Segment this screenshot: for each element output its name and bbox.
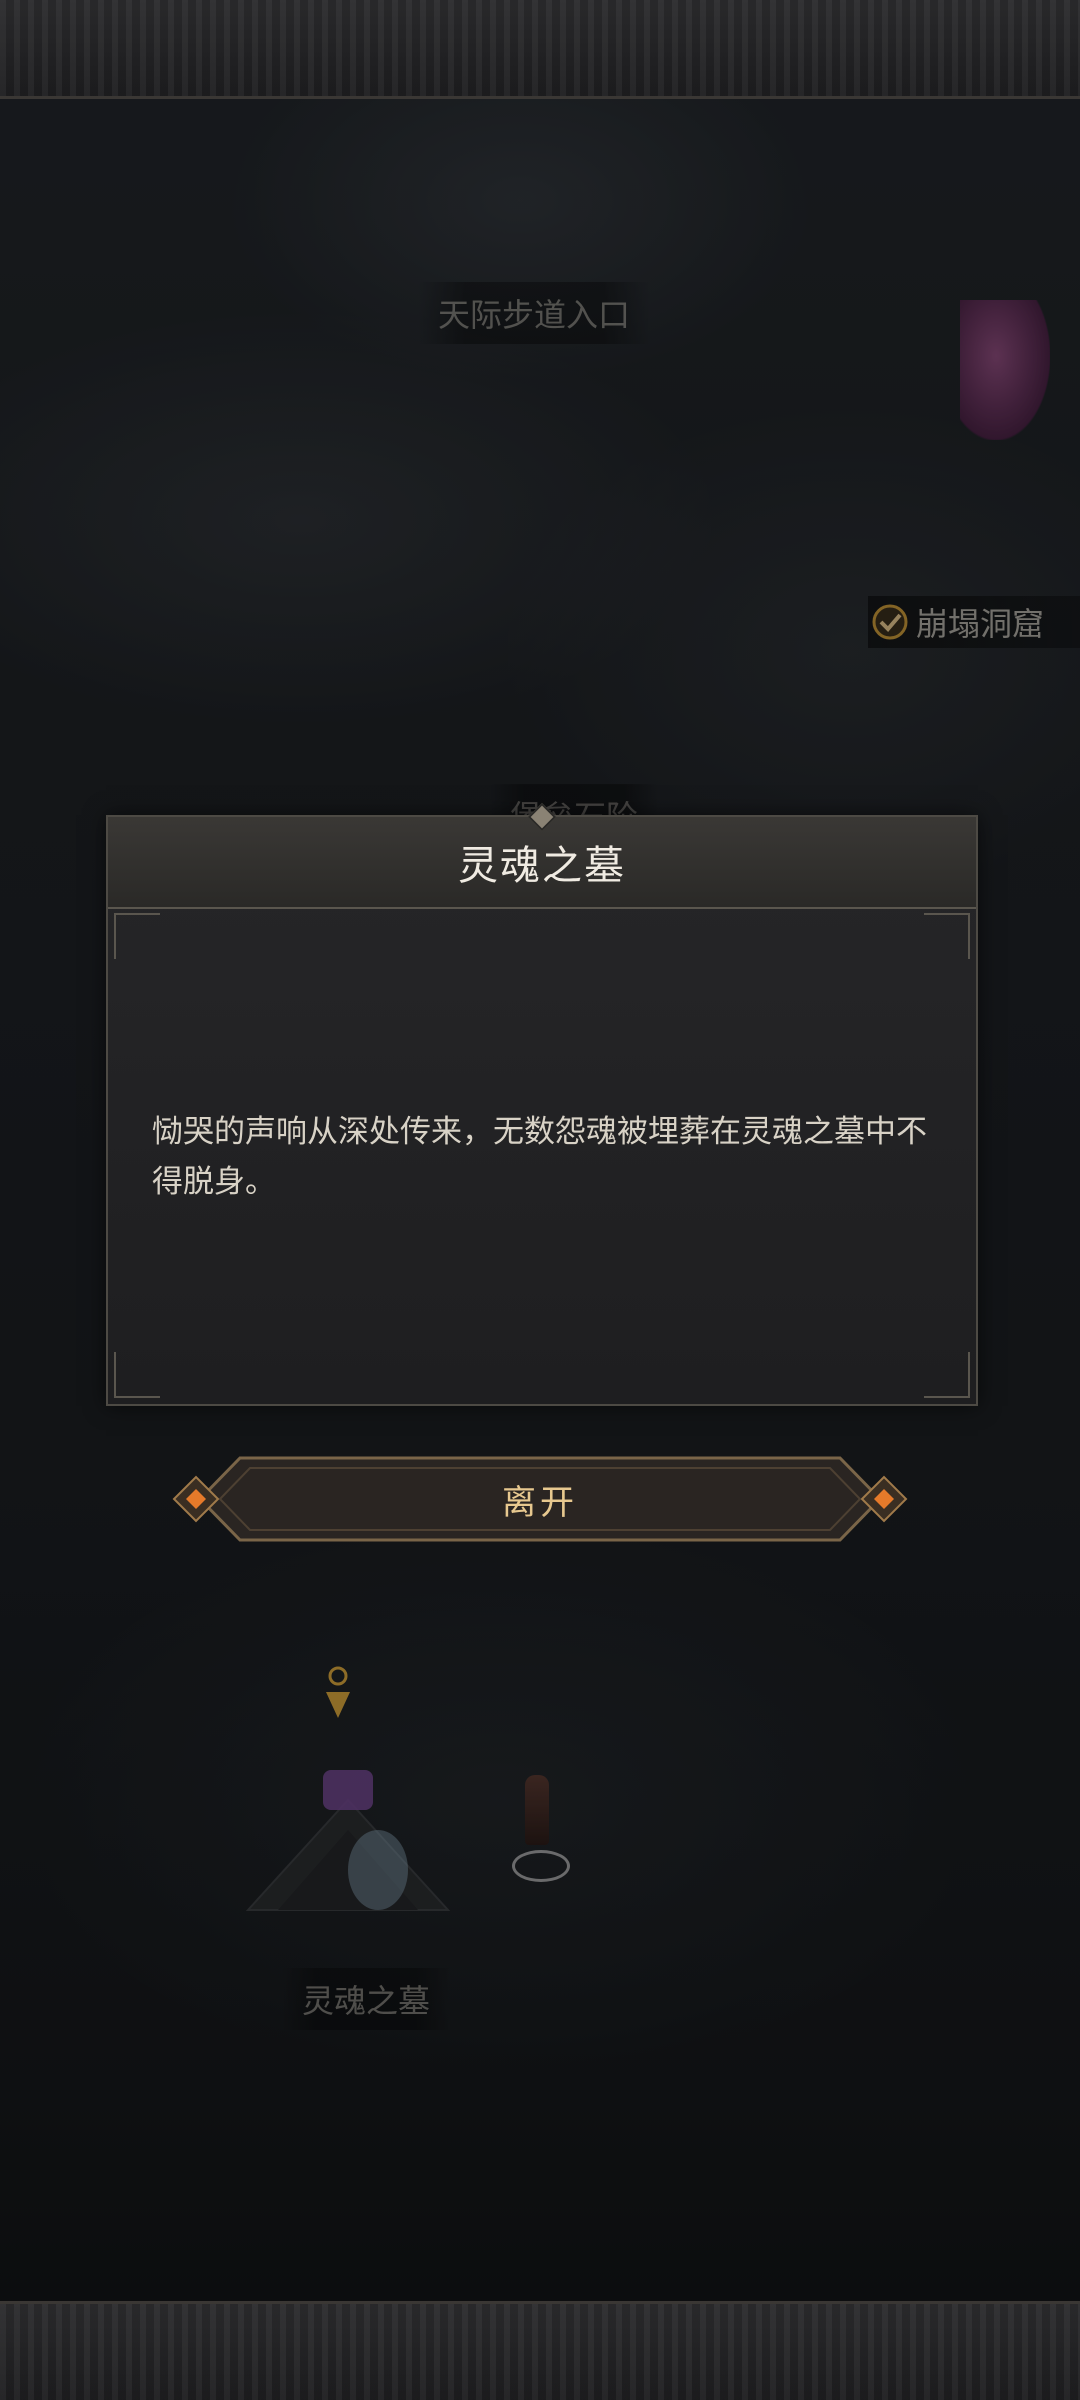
dialog-title: 灵魂之墓 <box>458 843 626 889</box>
corner-ornament <box>924 1352 970 1398</box>
dialog-header: 灵魂之墓 <box>108 802 976 909</box>
bottom-frame <box>0 2301 1080 2400</box>
leave-button[interactable]: 离开 <box>170 1452 910 1546</box>
location-dialog: 灵魂之墓 恸哭的声响从深处传来，无数怨魂被埋葬在灵魂之墓中不得脱身。 <box>106 802 978 1406</box>
top-frame <box>0 0 1080 99</box>
corner-ornament <box>114 913 160 959</box>
corner-ornament <box>114 1352 160 1398</box>
corner-ornament <box>924 913 970 959</box>
dialog-description: 恸哭的声响从深处传来，无数怨魂被埋葬在灵魂之墓中不得脱身。 <box>152 1114 927 1200</box>
leave-button-label: 离开 <box>502 1482 578 1523</box>
